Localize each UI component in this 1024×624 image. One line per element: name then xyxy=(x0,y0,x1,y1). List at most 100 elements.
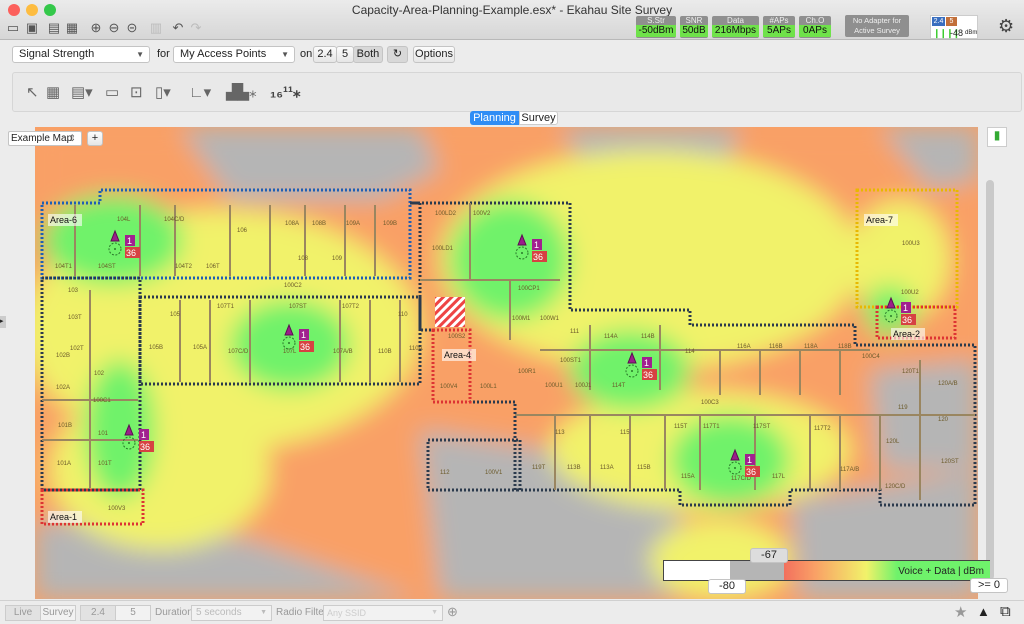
duration-select[interactable]: 5 seconds ▼ xyxy=(191,605,272,621)
heatmap-layer xyxy=(35,127,978,599)
room-label: 113A xyxy=(600,465,614,471)
collapse-up-icon[interactable]: ▲ xyxy=(977,604,990,619)
tab-planning[interactable]: Planning xyxy=(470,111,519,125)
star-icon[interactable]: ★ xyxy=(954,603,967,621)
add-map-button[interactable]: + xyxy=(87,131,103,146)
band-24-button[interactable]: 2.4 xyxy=(313,46,337,63)
adapter-status[interactable]: No Adapter for Active Survey xyxy=(845,15,909,37)
status-data-rate: Data 216Mbps xyxy=(712,16,759,38)
room-label: 108A xyxy=(285,221,299,227)
room-label: 100CP1 xyxy=(518,286,540,292)
room-label: 107T2 xyxy=(342,304,360,310)
area-label[interactable]: Area-2 xyxy=(893,329,920,339)
draw-wall-icon[interactable]: ▤▾ xyxy=(71,83,93,103)
room-label: 117T2 xyxy=(814,426,831,432)
report-icon[interactable]: ▥ xyxy=(148,21,164,35)
heatmap-canvas[interactable]: Area-6 Area-1 Area-4 Area-7 Area-2 104L 104C/… xyxy=(35,127,978,599)
zoom-fit-icon[interactable]: ⊝ xyxy=(124,21,140,35)
chart-icon[interactable]: ▮ xyxy=(987,127,1007,147)
ap-channel-label: 36 xyxy=(746,467,756,477)
survey-band-5-button[interactable]: 5 xyxy=(115,605,151,621)
room-label: 100W1 xyxy=(540,316,560,322)
room-label: 107L xyxy=(283,349,297,355)
zoom-in-icon[interactable]: ⊕ xyxy=(88,21,104,35)
ap-channel-label: 36 xyxy=(902,315,912,325)
survey-button[interactable]: Survey xyxy=(40,605,76,621)
undo-icon[interactable]: ↶ xyxy=(170,21,186,35)
open-icon[interactable]: ▭ xyxy=(5,21,21,35)
room-label: 105A xyxy=(193,345,207,351)
status-ap-count: #APs 5APs xyxy=(763,16,795,38)
place-ap-icon[interactable]: ▭ xyxy=(105,83,119,103)
source-select[interactable]: My Access Points ▼ xyxy=(173,46,295,63)
room-label: 108B xyxy=(312,221,326,227)
visualization-select[interactable]: Signal Strength ▼ xyxy=(12,46,150,63)
area-label[interactable]: Area-1 xyxy=(50,512,77,522)
room-label: 107A/B xyxy=(333,349,353,355)
channel-planner-icon[interactable]: ₁₆¹¹⁎ xyxy=(270,83,301,103)
ap-band-label: 1 xyxy=(127,236,132,246)
room-label: 110A xyxy=(409,346,423,352)
room-label: 105B xyxy=(149,345,163,351)
redo-icon[interactable]: ↷ xyxy=(188,21,204,35)
gear-icon[interactable]: ⚙ xyxy=(998,16,1014,37)
room-label: 112 xyxy=(440,470,450,476)
band-both-button[interactable]: Both xyxy=(353,46,383,63)
room-label: 115A xyxy=(681,474,695,480)
room-label: 114A xyxy=(604,334,618,340)
room-label: 117L xyxy=(772,474,786,480)
room-label: 100R1 xyxy=(518,369,536,375)
measure-ruler-icon[interactable]: ▦ xyxy=(46,83,60,103)
external-window-icon[interactable]: ⧉ xyxy=(1000,603,1011,620)
area-label[interactable]: Area-6 xyxy=(50,215,77,225)
notes-icon[interactable]: ▯▾ xyxy=(155,83,171,103)
survey-band-24-button[interactable]: 2.4 xyxy=(80,605,116,621)
room-label: 100V3 xyxy=(108,506,126,512)
room-label: 104T1 xyxy=(55,264,73,270)
select-pointer-icon[interactable]: ↖ xyxy=(26,83,39,103)
place-measurement-ap-icon[interactable]: ⊡ xyxy=(130,83,143,103)
legend-min-handle[interactable]: -80 xyxy=(708,579,746,594)
room-label: 101T xyxy=(98,461,112,467)
room-label: 100L1 xyxy=(480,384,497,390)
export-icon[interactable]: ▤ xyxy=(46,21,62,35)
save-icon[interactable]: ▣ xyxy=(24,21,40,35)
room-label: 117A/B xyxy=(840,467,859,473)
band-24-badge: 2.4 xyxy=(932,17,945,26)
signal-widget[interactable]: 2.4 5 ❙❙❙❙ -48 dBm xyxy=(930,15,978,39)
legend-caption: Voice + Data | dBm xyxy=(898,566,984,577)
sidebar-toggle-icon[interactable]: ▸ xyxy=(0,316,6,328)
room-label: 107ST xyxy=(289,304,307,310)
legend-threshold-handle[interactable]: -67 xyxy=(750,548,788,563)
live-button[interactable]: Live xyxy=(5,605,41,621)
draw-area-icon[interactable]: ∟▾ xyxy=(189,83,211,103)
room-label: 113B xyxy=(567,465,581,471)
band-5-button[interactable]: 5 xyxy=(336,46,354,63)
floor-plan: Area-6 Area-1 Area-4 Area-7 Area-2 104L 104C/… xyxy=(35,127,978,599)
title-bar: Capacity-Area-Planning-Example.esx* - Ek… xyxy=(0,0,1024,40)
room-label: 114B xyxy=(641,334,655,340)
room-label: 120T1 xyxy=(902,369,920,375)
status-channel-overlap: Ch.O 0APs xyxy=(799,16,831,38)
zoom-search-icon[interactable]: ⊕ xyxy=(447,604,458,620)
vertical-scrollbar[interactable] xyxy=(986,180,994,580)
bottom-bar: Live Survey 2.4 5 Duration 5 seconds ▼ Ra… xyxy=(0,600,1024,624)
room-label: 111 xyxy=(570,329,580,335)
area-label[interactable]: Area-4 xyxy=(444,350,471,360)
ap-band-label: 1 xyxy=(141,430,146,440)
refresh-icon[interactable]: ↻ xyxy=(387,46,408,63)
room-label: 100ST1 xyxy=(560,358,582,364)
options-button[interactable]: Options xyxy=(413,46,455,63)
auto-planner-icon[interactable]: ▟▙⁎ xyxy=(226,83,257,103)
tab-survey[interactable]: Survey xyxy=(519,111,558,125)
area-label[interactable]: Area-7 xyxy=(866,215,893,225)
map-select[interactable]: Example Map ⇕ xyxy=(8,131,82,146)
radio-filter-select[interactable]: Any SSID ▼ xyxy=(323,605,443,621)
ap-band-label: 1 xyxy=(644,358,649,368)
ap-channel-label: 36 xyxy=(300,342,310,352)
legend-max-handle[interactable]: >= 0 xyxy=(970,578,1008,593)
room-label: 102 xyxy=(94,371,105,377)
print-icon[interactable]: ▦ xyxy=(64,21,80,35)
zoom-out-icon[interactable]: ⊖ xyxy=(106,21,122,35)
ap-band-label: 1 xyxy=(747,455,752,465)
